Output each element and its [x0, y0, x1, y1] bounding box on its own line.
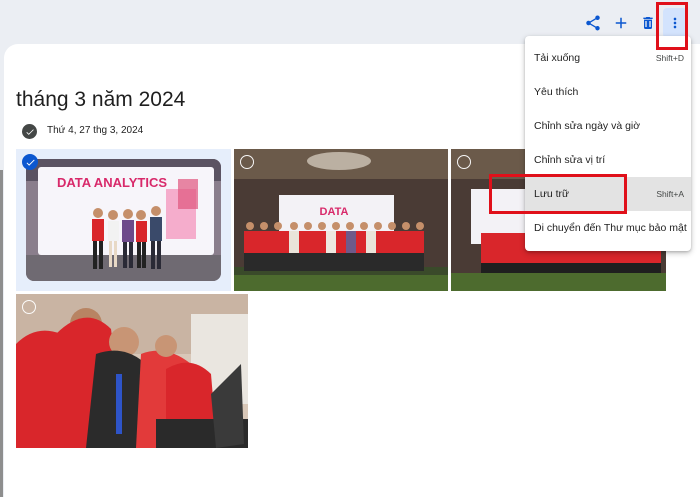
menu-item-edit-date-time[interactable]: Chỉnh sửa ngày và giờ: [525, 109, 691, 143]
menu-item-move-to-locked-folder[interactable]: Di chuyển đến Thư mục bảo mật: [525, 211, 691, 245]
more-options-menu: Tải xuống Shift+D Yêu thích Chỉnh sửa ng…: [525, 36, 691, 251]
menu-item-archive[interactable]: Lưu trữ Shift+A: [525, 177, 691, 211]
menu-item-shortcut: Shift+D: [655, 53, 684, 63]
more-vert-icon[interactable]: [663, 8, 687, 38]
check-icon: [25, 128, 34, 135]
photo-select-checkbox-1[interactable]: [22, 154, 38, 170]
menu-item-shortcut: Shift+A: [656, 189, 684, 199]
menu-item-label: Yêu thích: [534, 86, 579, 98]
menu-item-label: Di chuyển đến Thư mục bảo mật: [534, 222, 687, 234]
photo-image-4: [16, 294, 248, 448]
add-icon[interactable]: [607, 9, 635, 37]
photo-tile-4[interactable]: [16, 294, 248, 448]
menu-item-label: Chỉnh sửa ngày và giờ: [534, 120, 641, 132]
day-label: Thứ 4, 27 thg 3, 2024: [47, 125, 144, 136]
photo-select-checkbox-3[interactable]: [457, 155, 471, 169]
banner-text-1: DATA ANALYTICS: [57, 175, 167, 190]
photo-image-1: DATA ANALYTICS: [26, 159, 221, 281]
check-icon: [26, 159, 35, 166]
scrollbar[interactable]: [0, 170, 3, 497]
menu-item-download[interactable]: Tải xuống Shift+D: [525, 41, 691, 75]
menu-item-label: Chỉnh sửa vị trí: [534, 154, 606, 166]
photo-image-2: DATA: [234, 149, 448, 291]
menu-item-label: Tải xuống: [534, 52, 581, 64]
photo-tile-2[interactable]: DATA: [234, 149, 448, 291]
delete-icon[interactable]: [634, 9, 662, 37]
menu-item-edit-location[interactable]: Chỉnh sửa vị trí: [525, 143, 691, 177]
day-select-checkbox[interactable]: [22, 124, 37, 139]
menu-item-label: Lưu trữ: [534, 188, 570, 200]
menu-item-favorite[interactable]: Yêu thích: [525, 75, 691, 109]
photo-tile-1[interactable]: DATA ANALYTICS: [16, 149, 231, 291]
share-icon[interactable]: [579, 9, 607, 37]
banner-text-2: DATA: [320, 206, 349, 218]
photo-select-checkbox-4[interactable]: [22, 300, 36, 314]
month-title: tháng 3 năm 2024: [16, 88, 186, 111]
photo-select-checkbox-2[interactable]: [240, 155, 254, 169]
